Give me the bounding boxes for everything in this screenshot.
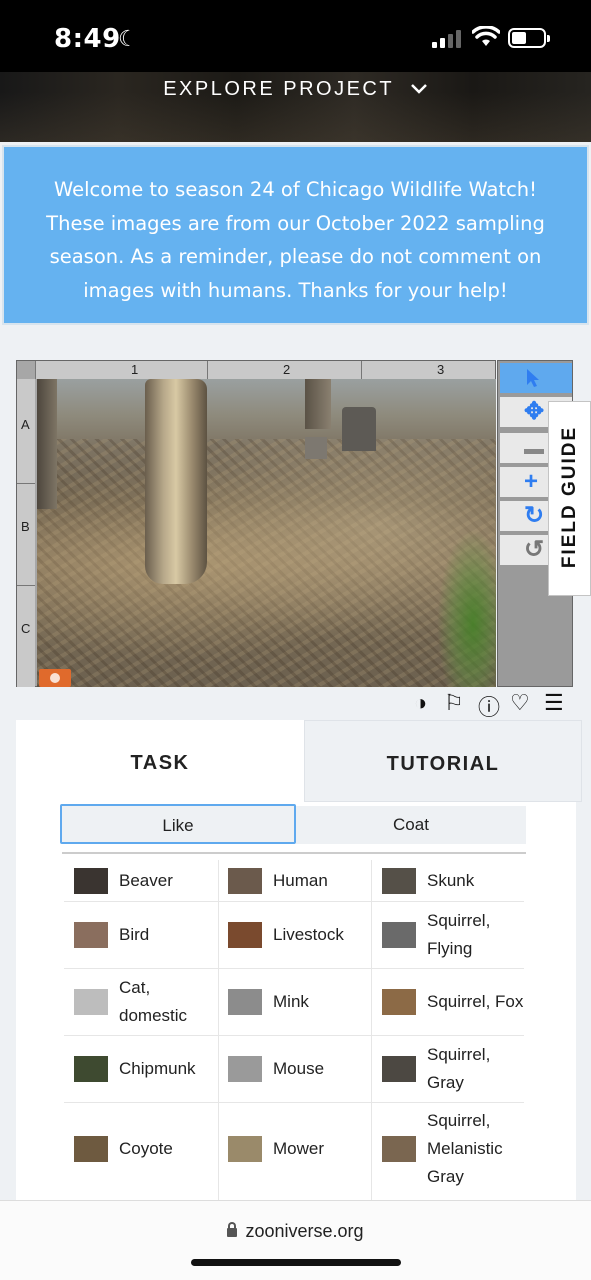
species-thumbnail	[74, 921, 108, 948]
species-choice[interactable]: Squirrel, Fox	[382, 968, 524, 1035]
species-thumbnail	[382, 867, 416, 894]
species-thumbnail	[228, 921, 262, 948]
species-choice[interactable]: Bird	[74, 901, 216, 968]
subject-viewer[interactable]: 1 2 3 A B C	[16, 360, 496, 687]
explore-project-button[interactable]: EXPLORE PROJECT	[0, 78, 591, 101]
battery-icon	[508, 28, 550, 48]
heart-icon[interactable]: ♡	[510, 690, 530, 716]
contrast-icon[interactable]: ◑	[414, 690, 427, 716]
row-label: A	[21, 417, 30, 432]
subject-meta-icons: ◑ ⚐ ⓘ ♡ ☰	[412, 690, 577, 720]
species-thumbnail	[74, 988, 108, 1015]
explore-project-label: EXPLORE PROJECT	[163, 78, 394, 100]
species-label: Bird	[119, 924, 150, 944]
species-thumbnail	[382, 988, 416, 1015]
grid-divider	[371, 860, 372, 1200]
status-bar: 8:49 ☾	[0, 0, 591, 72]
filter-coat-button[interactable]: Coat	[296, 806, 526, 844]
species-label: Human	[273, 870, 328, 890]
subject-image[interactable]	[37, 379, 496, 687]
clock: 8:49	[54, 24, 121, 54]
filter-like-button[interactable]: Like	[60, 804, 296, 844]
pointer-icon	[527, 369, 539, 387]
species-thumbnail	[74, 867, 108, 894]
species-thumbnail	[382, 921, 416, 948]
species-choice[interactable]: Cat, domestic	[74, 968, 216, 1035]
flag-icon[interactable]: ⚐	[444, 690, 464, 716]
pointer-tool-button[interactable]	[500, 363, 572, 393]
species-choice[interactable]: Mouse	[228, 1035, 370, 1102]
species-thumbnail	[228, 988, 262, 1015]
species-label: Mink	[273, 991, 309, 1011]
home-indicator	[191, 1259, 401, 1266]
url-text: zooniverse.org	[245, 1221, 364, 1241]
species-label: Beaver	[119, 870, 173, 890]
signal-icon	[432, 30, 464, 48]
lock-icon	[227, 1222, 238, 1237]
grid-divider	[218, 860, 219, 1200]
species-label: Squirrel, Flying	[427, 910, 491, 958]
wifi-icon	[472, 26, 500, 46]
species-choice[interactable]: Mower	[228, 1102, 370, 1196]
species-choice[interactable]: Squirrel, Gray	[382, 1035, 524, 1102]
tab-tutorial[interactable]: TUTORIAL	[304, 720, 582, 802]
species-thumbnail	[228, 1136, 262, 1162]
species-label: Mouse	[273, 1058, 325, 1078]
column-label: 3	[437, 362, 445, 377]
reset-icon: ↺	[524, 536, 545, 563]
species-thumbnail	[228, 1055, 262, 1082]
species-thumbnail	[228, 867, 262, 894]
species-label: Squirrel, Gray	[427, 1044, 491, 1092]
species-label: Chipmunk	[119, 1058, 196, 1078]
species-thumbnail	[382, 1136, 416, 1162]
species-choice[interactable]: Squirrel, Melanistic Gray	[382, 1102, 524, 1196]
row-label: C	[21, 621, 31, 636]
task-panel: TASK TUTORIAL Like Coat Beaver Human Skunk…	[16, 720, 582, 1200]
species-choice[interactable]: Livestock	[228, 901, 370, 968]
column-label: 2	[283, 362, 291, 377]
species-label: Cat, domestic	[119, 977, 188, 1025]
info-icon[interactable]: ⓘ	[478, 690, 500, 722]
species-choice[interactable]: Chipmunk	[74, 1035, 216, 1102]
move-icon: ✥	[524, 398, 545, 425]
column-label: 1	[131, 362, 139, 377]
species-choice[interactable]: Coyote	[74, 1102, 216, 1196]
zoom-in-icon: +	[524, 468, 539, 495]
species-label: Squirrel, Fox	[427, 991, 524, 1011]
species-thumbnail	[382, 1055, 416, 1082]
moon-icon: ☾	[118, 26, 138, 51]
species-label: Livestock	[273, 924, 344, 944]
species-thumbnail	[74, 1136, 108, 1162]
species-choice[interactable]: Skunk	[382, 860, 524, 901]
browser-url-bar[interactable]: zooniverse.org	[0, 1200, 591, 1280]
field-guide-label: FIELD GUIDE	[559, 425, 580, 569]
filter-tabs: Like Coat	[60, 804, 526, 854]
species-choice[interactable]: Mink	[228, 968, 370, 1035]
species-label: Squirrel, Melanistic Gray	[427, 1111, 503, 1186]
announcement-text: Welcome to season 24 of Chicago Wildlife…	[46, 178, 545, 302]
camera-badge-icon	[39, 669, 71, 687]
species-choice[interactable]: Beaver	[74, 860, 216, 901]
row-label: B	[21, 519, 30, 534]
zoom-out-icon	[524, 449, 544, 454]
announcement-banner: Welcome to season 24 of Chicago Wildlife…	[2, 145, 589, 325]
column-ruler: 1 2 3	[35, 361, 495, 379]
row-ruler: A B C	[17, 379, 35, 687]
species-label: Coyote	[119, 1139, 173, 1158]
field-guide-tab[interactable]: FIELD GUIDE	[548, 401, 591, 596]
tab-task[interactable]: TASK	[16, 720, 304, 802]
species-choice[interactable]: Squirrel, Flying	[382, 901, 524, 968]
species-label: Mower	[273, 1139, 325, 1158]
species-choice[interactable]: Human	[228, 860, 370, 901]
chevron-down-icon	[410, 78, 428, 101]
species-label: Skunk	[427, 870, 475, 890]
species-thumbnail	[74, 1055, 108, 1082]
rotate-icon: ↻	[524, 502, 545, 529]
collections-icon[interactable]: ☰	[544, 690, 564, 716]
explore-project-header[interactable]: EXPLORE PROJECT	[0, 72, 591, 142]
